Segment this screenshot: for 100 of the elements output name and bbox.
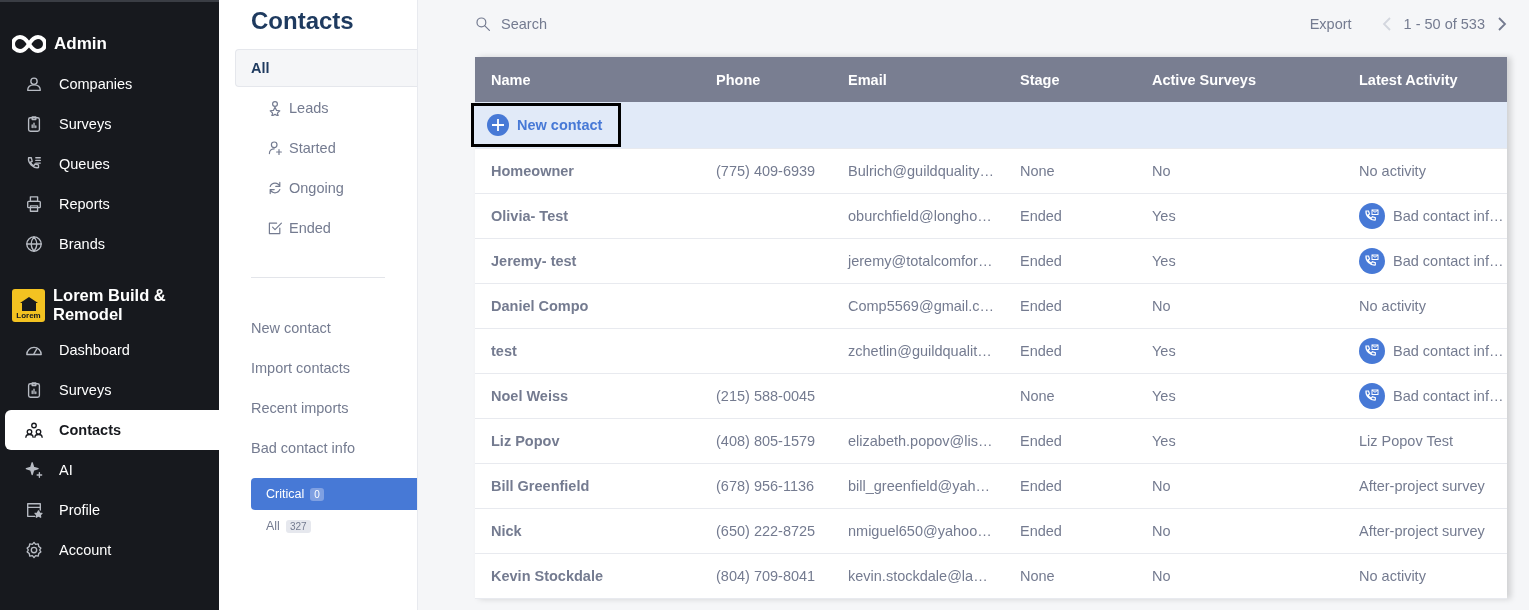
email-cell: elizabeth.popov@lis… bbox=[832, 418, 1004, 463]
people-icon bbox=[25, 75, 43, 93]
filter-item[interactable]: Leads bbox=[235, 89, 417, 127]
sidebar-item[interactable]: Surveys bbox=[5, 370, 219, 410]
column-header[interactable]: Latest Activity bbox=[1343, 57, 1507, 102]
active-surveys-cell: No bbox=[1136, 283, 1343, 328]
name-cell[interactable]: Kevin Stockdale bbox=[475, 553, 700, 598]
stage-cell: Ended bbox=[1004, 418, 1136, 463]
name-cell[interactable]: test bbox=[475, 328, 700, 373]
name-cell[interactable]: Jeremy- test bbox=[475, 238, 700, 283]
sidebar-item[interactable]: AI bbox=[5, 450, 219, 490]
name-cell[interactable]: Daniel Compo bbox=[475, 283, 700, 328]
name-cell[interactable]: Nick bbox=[475, 508, 700, 553]
nav-link[interactable]: Bad contact info bbox=[219, 438, 417, 478]
bad-contact-filter[interactable]: Critical 0 bbox=[251, 478, 417, 510]
clipboard-chart-icon bbox=[25, 115, 43, 133]
name-cell[interactable]: Homeowner bbox=[475, 148, 700, 193]
phone-mail-icon bbox=[1359, 382, 1385, 409]
stage-cell: Ended bbox=[1004, 238, 1136, 283]
activity-text: Bad contact inf… bbox=[1393, 207, 1504, 224]
bad-contact-filter[interactable]: All 327 bbox=[251, 510, 417, 542]
nav-link[interactable]: Import contacts bbox=[219, 358, 417, 398]
filter-item[interactable]: Ongoing bbox=[235, 169, 417, 207]
phone-cell: (408) 805-1579 bbox=[700, 418, 832, 463]
next-page-icon[interactable] bbox=[1497, 16, 1507, 32]
clipboard-chart-icon bbox=[25, 381, 43, 399]
email-cell: jeremy@totalcomfor… bbox=[832, 238, 1004, 283]
name-cell[interactable]: Bill Greenfield bbox=[475, 463, 700, 508]
nav-link[interactable]: New contact bbox=[219, 318, 417, 358]
name-cell[interactable]: Olivia- Test bbox=[475, 193, 700, 238]
email-cell: bill_greenfield@yah… bbox=[832, 463, 1004, 508]
stage-cell: Ended bbox=[1004, 193, 1136, 238]
sidebar-item[interactable]: Surveys bbox=[5, 104, 219, 144]
activity-text: Bad contact inf… bbox=[1393, 387, 1504, 404]
column-header[interactable]: Name bbox=[475, 57, 700, 102]
company-name: Lorem Build & Remodel bbox=[53, 286, 167, 324]
phone-mail-icon bbox=[1359, 337, 1385, 364]
stage-cell: None bbox=[1004, 373, 1136, 418]
people-group-icon bbox=[25, 421, 43, 439]
activity-text: Bad contact inf… bbox=[1393, 342, 1504, 359]
filter-item[interactable]: Started bbox=[235, 129, 417, 167]
phone-mail-icon bbox=[1359, 247, 1385, 274]
active-surveys-cell: No bbox=[1136, 148, 1343, 193]
export-link[interactable]: Export bbox=[1309, 16, 1352, 32]
name-cell[interactable]: Noel Weiss bbox=[475, 373, 700, 418]
nav-link[interactable]: Recent imports bbox=[219, 398, 417, 438]
active-surveys-cell: Yes bbox=[1136, 328, 1343, 373]
sidebar-item[interactable]: Dashboard bbox=[5, 330, 219, 370]
active-surveys-cell: Yes bbox=[1136, 238, 1343, 283]
company-logo: Lorem bbox=[12, 288, 45, 322]
column-header[interactable]: Stage bbox=[1004, 57, 1136, 102]
email-cell: kevin.stockdale@la… bbox=[832, 553, 1004, 598]
count-badge: 327 bbox=[285, 519, 311, 533]
section-title: Admin bbox=[54, 34, 107, 54]
phone-cell: (804) 709-8041 bbox=[700, 553, 832, 598]
active-surveys-cell: No bbox=[1136, 508, 1343, 553]
search-field[interactable]: Search bbox=[499, 15, 699, 33]
activity-text: After-project survey bbox=[1359, 477, 1485, 494]
column-header[interactable]: Active Surveys bbox=[1136, 57, 1343, 102]
email-cell: Comp5569@gmail.c… bbox=[832, 283, 1004, 328]
stage-cell: None bbox=[1004, 148, 1136, 193]
phone-cell: (775) 409-6939 bbox=[700, 148, 832, 193]
stage-cell: None bbox=[1004, 553, 1136, 598]
activity-text: Bad contact inf… bbox=[1393, 252, 1504, 269]
pagination-text: 1 - 50 of 533 bbox=[1403, 16, 1485, 32]
activity-text: After-project survey bbox=[1359, 522, 1485, 539]
filter-item[interactable]: All bbox=[235, 49, 417, 87]
active-surveys-cell: No bbox=[1136, 463, 1343, 508]
globe-icon bbox=[25, 235, 43, 253]
sidebar-item[interactable]: Companies bbox=[5, 64, 219, 104]
active-surveys-cell: Yes bbox=[1136, 418, 1343, 463]
column-header[interactable]: Phone bbox=[700, 57, 832, 102]
stage-cell: Ended bbox=[1004, 508, 1136, 553]
sidebar-item[interactable]: Queues bbox=[5, 144, 219, 184]
stage-cell: Ended bbox=[1004, 328, 1136, 373]
email-cell: zchetlin@guildqualit… bbox=[832, 328, 1004, 373]
column-header[interactable]: Email bbox=[832, 57, 1004, 102]
search-icon bbox=[475, 16, 491, 32]
count-badge: 0 bbox=[310, 487, 324, 501]
name-cell[interactable]: Liz Popov bbox=[475, 418, 700, 463]
active-surveys-cell: Yes bbox=[1136, 193, 1343, 238]
phone-cell: (650) 222-8725 bbox=[700, 508, 832, 553]
phone-cell: (678) 956-1136 bbox=[700, 463, 832, 508]
printer-icon bbox=[25, 195, 43, 213]
email-cell: Bulrich@guildquality… bbox=[832, 148, 1004, 193]
sidebar-item[interactable]: Account bbox=[5, 530, 219, 570]
sidebar-item[interactable]: Profile bbox=[5, 490, 219, 530]
filter-item[interactable]: Ended bbox=[235, 209, 417, 247]
page-title: Contacts bbox=[250, 6, 355, 35]
activity-text: No activity bbox=[1359, 567, 1426, 584]
sidebar-item[interactable]: Brands bbox=[5, 224, 219, 264]
phone-mail-icon bbox=[1359, 202, 1385, 229]
activity-text: No activity bbox=[1359, 297, 1426, 314]
new-contact-button[interactable]: New contact bbox=[471, 102, 622, 147]
stage-cell: Ended bbox=[1004, 283, 1136, 328]
person-plus-icon bbox=[267, 140, 283, 156]
active-surveys-cell: Yes bbox=[1136, 373, 1343, 418]
sidebar-item[interactable]: Contacts bbox=[5, 410, 219, 450]
infinity-logo-icon bbox=[12, 34, 46, 54]
sidebar-item[interactable]: Reports bbox=[5, 184, 219, 224]
